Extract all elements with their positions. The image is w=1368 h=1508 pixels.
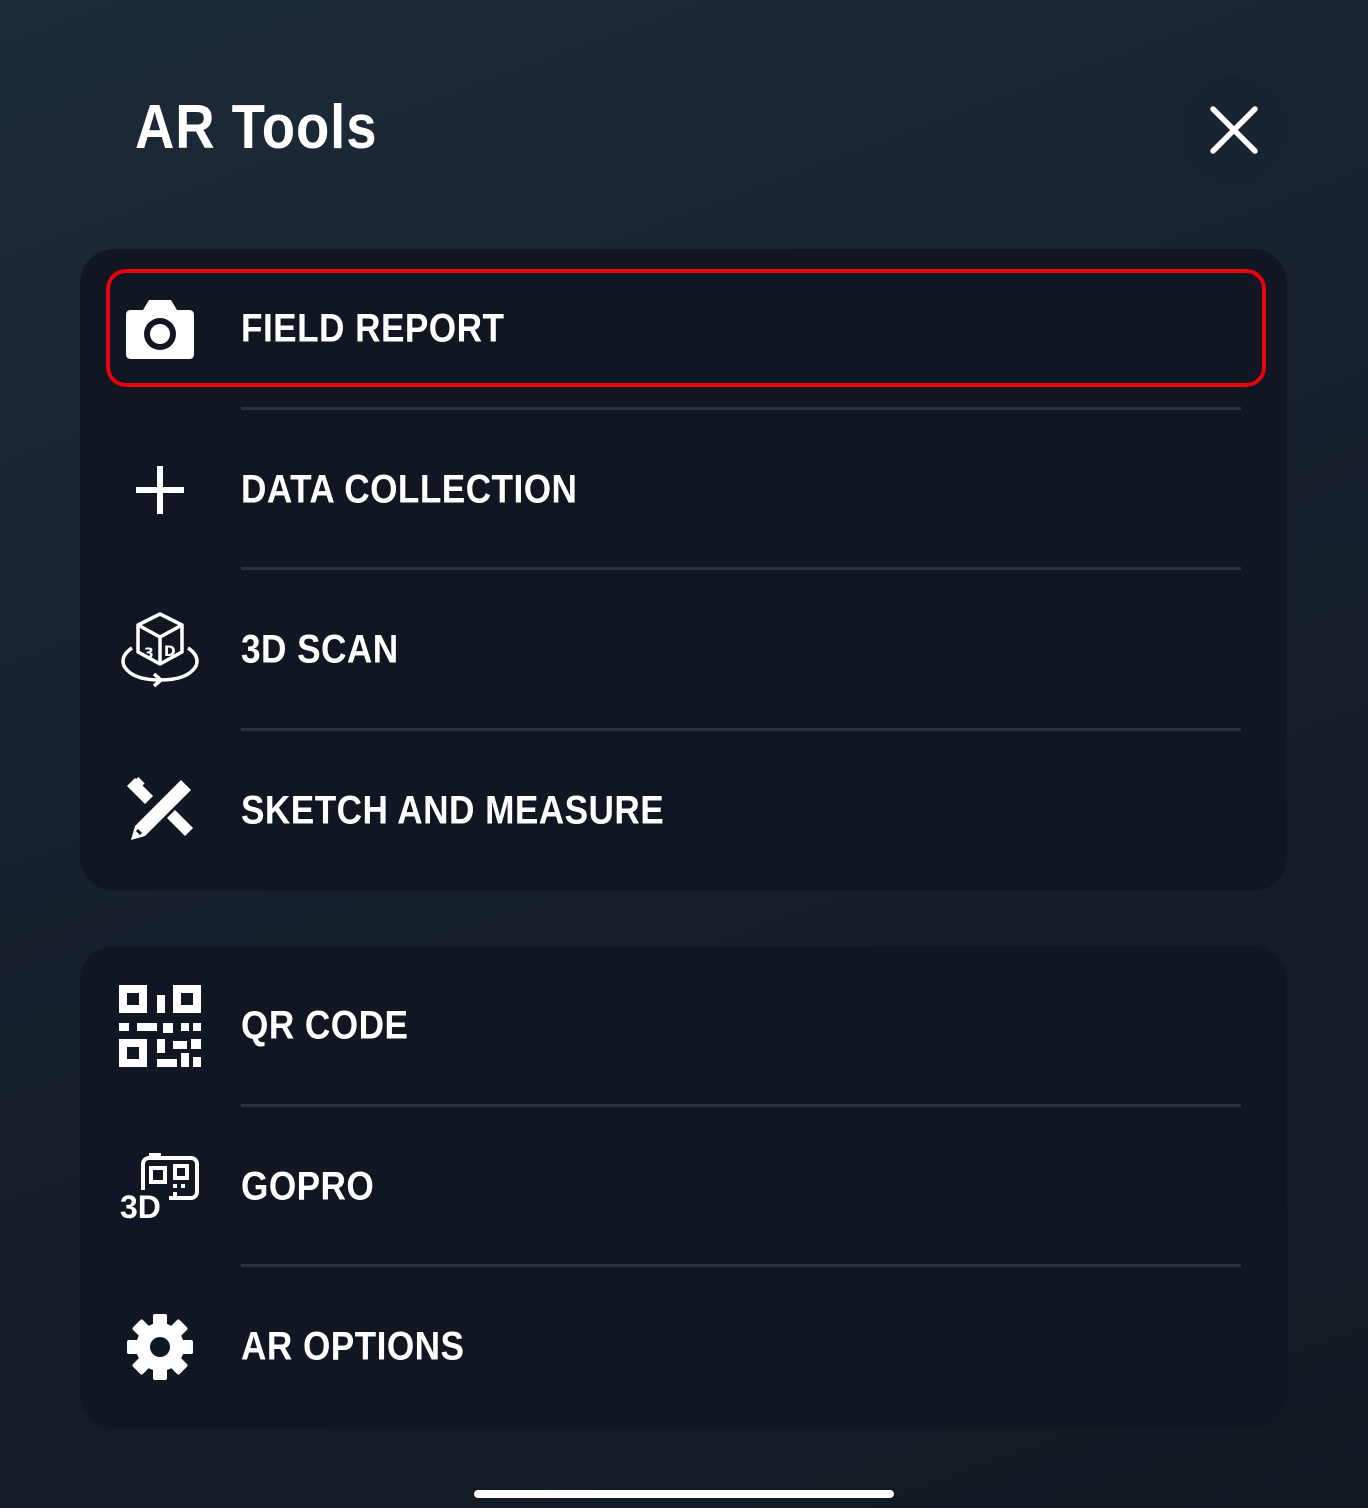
menu-item-data-collection[interactable]: DATA COLLECTION [80, 410, 1287, 570]
tools-menu-group: QR CODE 3D GOPRO AR OPTIONS [80, 946, 1287, 1428]
svg-text:3: 3 [144, 646, 154, 662]
home-indicator[interactable] [474, 1490, 894, 1498]
menu-item-gopro[interactable]: 3D GOPRO [80, 1107, 1287, 1268]
pencil-ruler-icon [114, 765, 206, 857]
svg-text:D: D [164, 644, 176, 660]
menu-item-ar-options[interactable]: AR OPTIONS [80, 1267, 1287, 1428]
menu-item-qr-code[interactable]: QR CODE [80, 946, 1287, 1107]
close-icon [1210, 106, 1258, 154]
menu-item-label: SKETCH AND MEASURE [241, 788, 665, 833]
menu-item-label: AR OPTIONS [241, 1324, 465, 1369]
3d-cube-rotate-icon: 3 D [114, 604, 206, 696]
gopro-3d-camera-icon: 3D [114, 1141, 206, 1233]
camera-icon [114, 283, 206, 375]
qr-code-icon [114, 980, 206, 1072]
menu-item-label: DATA COLLECTION [241, 467, 578, 512]
menu-item-field-report[interactable]: FIELD REPORT [80, 249, 1287, 410]
svg-text:3D: 3D [120, 1189, 161, 1222]
plus-icon [114, 444, 206, 536]
tools-menu-group: FIELD REPORT DATA COLLECTION 3 D 3D SCAN… [80, 249, 1287, 891]
menu-item-label: 3D SCAN [241, 627, 399, 672]
menu-item-label: FIELD REPORT [241, 306, 505, 351]
page-title: AR Tools [135, 93, 378, 162]
menu-item-label: GOPRO [241, 1164, 375, 1209]
menu-item-sketch-and-measure[interactable]: SKETCH AND MEASURE [80, 731, 1287, 892]
gear-icon [114, 1301, 206, 1393]
close-button[interactable] [1181, 77, 1287, 183]
menu-item-3d-scan[interactable]: 3 D 3D SCAN [80, 570, 1287, 731]
menu-item-label: QR CODE [241, 1003, 409, 1048]
